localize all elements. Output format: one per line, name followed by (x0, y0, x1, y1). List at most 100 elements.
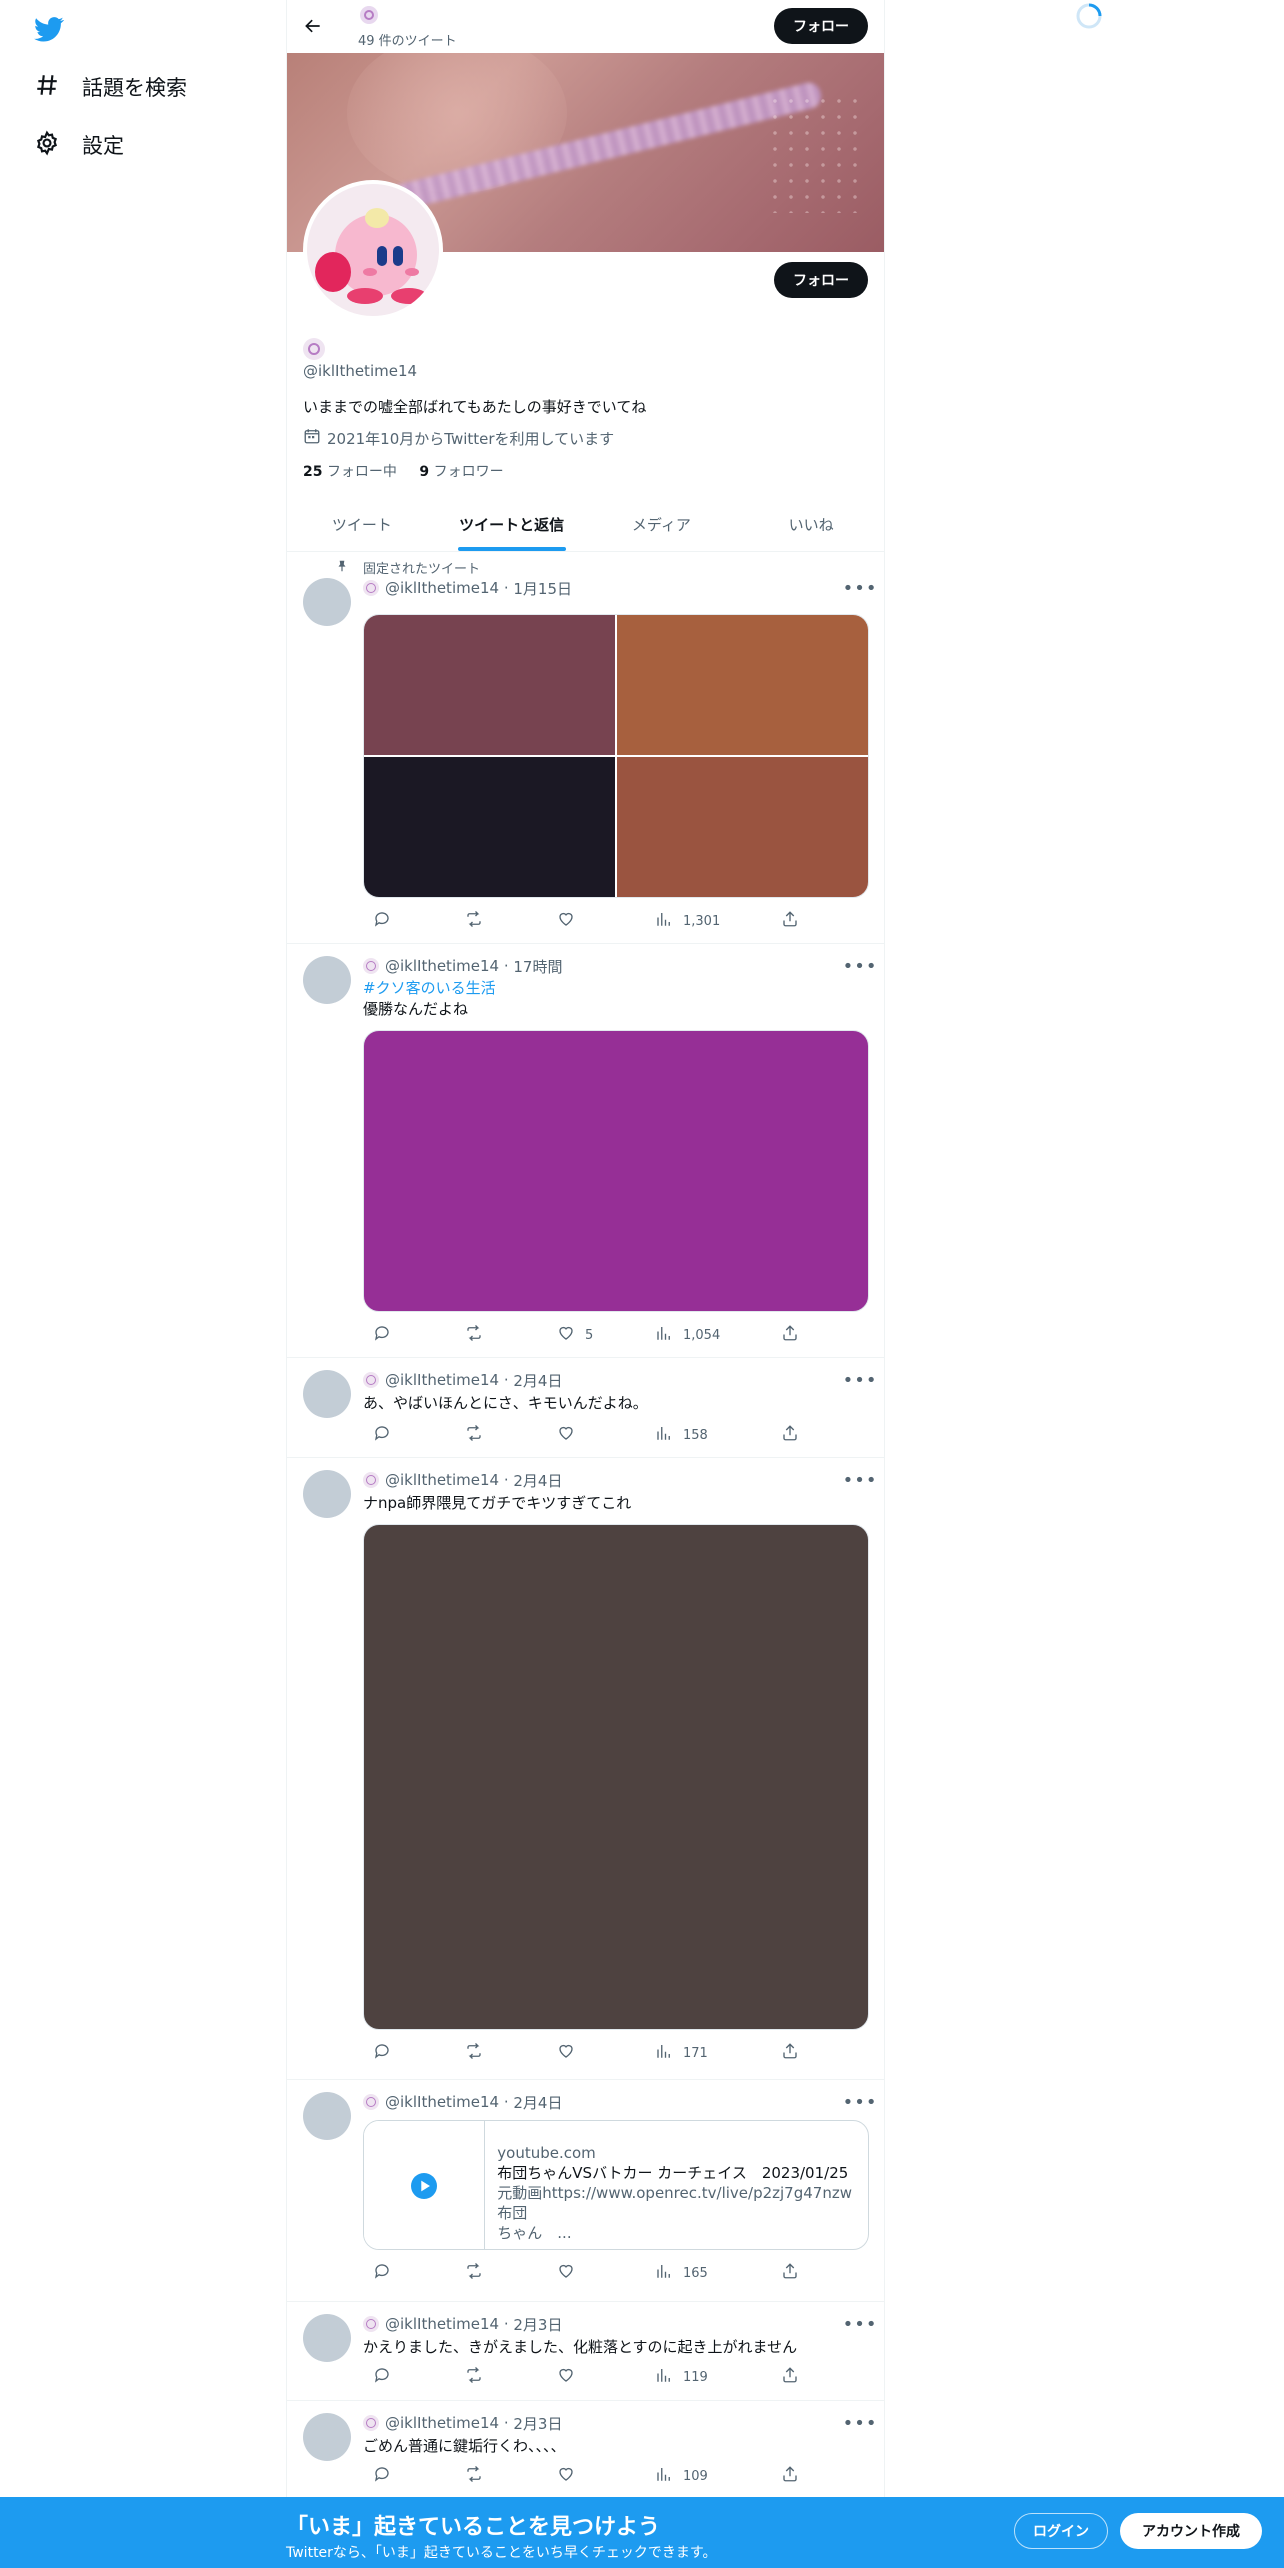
tweet-time[interactable]: 2月3日 (513, 2413, 562, 2434)
nav-explore[interactable]: 話題を検索 (34, 67, 187, 107)
tweet-image[interactable] (617, 757, 868, 897)
signup-button[interactable]: アカウント作成 (1120, 2513, 1262, 2549)
like-button[interactable] (547, 2465, 575, 2487)
tweet-avatar[interactable] (303, 956, 351, 1004)
retweet-button[interactable] (455, 2042, 483, 2064)
tweet-image[interactable] (364, 757, 615, 897)
tweet-time[interactable]: 2月4日 (513, 1470, 562, 1491)
like-button[interactable] (547, 2366, 575, 2388)
more-options-icon[interactable]: ••• (843, 2092, 877, 2113)
followers-link[interactable]: 9 フォロワー (419, 464, 503, 480)
share-button[interactable] (771, 910, 799, 932)
tweet-handle[interactable]: @iklIthetime14 (385, 2414, 499, 2432)
more-options-icon[interactable]: ••• (843, 2314, 877, 2335)
tweet-avatar[interactable] (303, 2314, 351, 2362)
tweet-item[interactable]: @iklIthetime14 · 2月4日 ••• あ、やばいほんとにさ、キモい… (287, 1358, 884, 1458)
login-button[interactable]: ログイン (1014, 2513, 1108, 2549)
views-button[interactable]: 1,301 (645, 910, 720, 932)
share-button[interactable] (771, 2465, 799, 2487)
tab-tweets[interactable]: ツイート (287, 499, 437, 551)
reply-button[interactable] (363, 2042, 391, 2064)
reply-button[interactable] (363, 910, 391, 932)
views-button[interactable]: 165 (645, 2262, 708, 2284)
tweet-item[interactable]: @iklIthetime14 · 2月3日 ••• かえりました、きがえました、… (287, 2302, 884, 2401)
reply-button[interactable] (363, 1424, 391, 1446)
tweet-time[interactable]: 17時間 (513, 956, 562, 977)
like-button[interactable]: 5 (547, 1324, 593, 1346)
reply-button[interactable] (363, 2465, 391, 2487)
profile-avatar[interactable] (303, 180, 443, 320)
share-button[interactable] (771, 2366, 799, 2388)
tweet-item[interactable]: 固定されたツイート @iklIthetime14 · 1月15日 ••• 1,3… (287, 552, 884, 944)
retweet-button[interactable] (455, 1324, 483, 1346)
views-button[interactable]: 158 (645, 1424, 708, 1446)
reply-button[interactable] (363, 2366, 391, 2388)
tweet-time[interactable]: 1月15日 (513, 578, 572, 599)
retweet-button[interactable] (455, 1424, 483, 1446)
retweet-icon (465, 2262, 483, 2284)
share-icon (781, 2262, 799, 2284)
following-link[interactable]: 25 フォロー中 (303, 464, 397, 480)
tweet-avatar[interactable] (303, 1370, 351, 1418)
tweet-time[interactable]: 2月4日 (513, 1370, 562, 1391)
header-follow-button[interactable]: フォロー (774, 8, 868, 44)
views-button[interactable]: 119 (645, 2366, 708, 2388)
profile-header-bar: 49 件のツイート フォロー (287, 0, 884, 53)
tweet-hashtag[interactable]: #クソ客のいる生活 (363, 977, 496, 998)
link-card[interactable]: youtube.com 布団ちゃんVSバトカー カーチェイス 2023/01/2… (363, 2120, 869, 2250)
retweet-button[interactable] (455, 2262, 483, 2284)
nav-settings[interactable]: 設定 (34, 125, 124, 165)
tweet-handle[interactable]: @iklIthetime14 (385, 1371, 499, 1389)
profile-follow-button[interactable]: フォロー (774, 262, 868, 298)
retweet-button[interactable] (455, 2366, 483, 2388)
retweet-button[interactable] (455, 910, 483, 932)
back-arrow-icon[interactable] (299, 12, 327, 40)
reply-button[interactable] (363, 2262, 391, 2284)
tweet-handle[interactable]: @iklIthetime14 (385, 579, 499, 597)
tweet-item[interactable]: @iklIthetime14 · 2月4日 ••• youtube.com 布団… (287, 2080, 884, 2302)
views-button[interactable]: 1,054 (645, 1324, 720, 1346)
tab-media[interactable]: メディア (587, 499, 737, 551)
tweet-time[interactable]: 2月3日 (513, 2314, 562, 2335)
more-options-icon[interactable]: ••• (843, 956, 877, 977)
like-button[interactable] (547, 1424, 575, 1446)
tweet-avatar[interactable] (303, 2413, 351, 2461)
tweet-time[interactable]: 2月4日 (513, 2092, 562, 2113)
share-button[interactable] (771, 2042, 799, 2064)
more-options-icon[interactable]: ••• (843, 1470, 877, 1491)
tweet-item[interactable]: @iklIthetime14 · 17時間 ••• #クソ客のいる生活 優勝なん… (287, 944, 884, 1358)
more-options-icon[interactable]: ••• (843, 1370, 877, 1391)
retweet-button[interactable] (455, 2465, 483, 2487)
tweet-handle[interactable]: @iklIthetime14 (385, 2093, 499, 2111)
more-options-icon[interactable]: ••• (843, 578, 877, 599)
tab-tweets-and-replies[interactable]: ツイートと返信 (437, 499, 587, 551)
share-button[interactable] (771, 2262, 799, 2284)
tweet-image[interactable] (364, 615, 615, 755)
share-icon (781, 910, 799, 932)
views-button[interactable]: 171 (645, 2042, 708, 2064)
tweet-image[interactable] (363, 1030, 869, 1312)
reply-button[interactable] (363, 1324, 391, 1346)
like-button[interactable] (547, 2262, 575, 2284)
link-card-title: 布団ちゃんVSバトカー カーチェイス 2023/01/25 (497, 2164, 849, 2182)
tweet-avatar[interactable] (303, 1470, 351, 1518)
tweet-item[interactable]: @iklIthetime14 · 2月4日 ••• ナnpa師界隈見てガチでキツ… (287, 1458, 884, 2080)
like-button[interactable] (547, 2042, 575, 2064)
share-button[interactable] (771, 1324, 799, 1346)
tweet-handle[interactable]: @iklIthetime14 (385, 1471, 499, 1489)
views-button[interactable]: 109 (645, 2465, 708, 2487)
tweet-handle[interactable]: @iklIthetime14 (385, 2315, 499, 2333)
tweet-handle[interactable]: @iklIthetime14 (385, 957, 499, 975)
tweet-image-grid[interactable] (363, 614, 869, 898)
tweet-item[interactable]: @iklIthetime14 · 2月3日 ••• ごめん普通に鍵垢行くわ、、、… (287, 2401, 884, 2497)
twitter-logo-icon[interactable] (32, 14, 66, 44)
share-button[interactable] (771, 1424, 799, 1446)
tweet-avatar[interactable] (303, 578, 351, 626)
more-options-icon[interactable]: ••• (843, 2413, 877, 2434)
like-button[interactable] (547, 910, 575, 932)
tweet-image[interactable] (363, 1524, 869, 2030)
tab-likes[interactable]: いいね (736, 499, 884, 551)
tweet-image[interactable] (617, 615, 868, 755)
view-count: 158 (683, 1427, 708, 1443)
tweet-avatar[interactable] (303, 2092, 351, 2140)
